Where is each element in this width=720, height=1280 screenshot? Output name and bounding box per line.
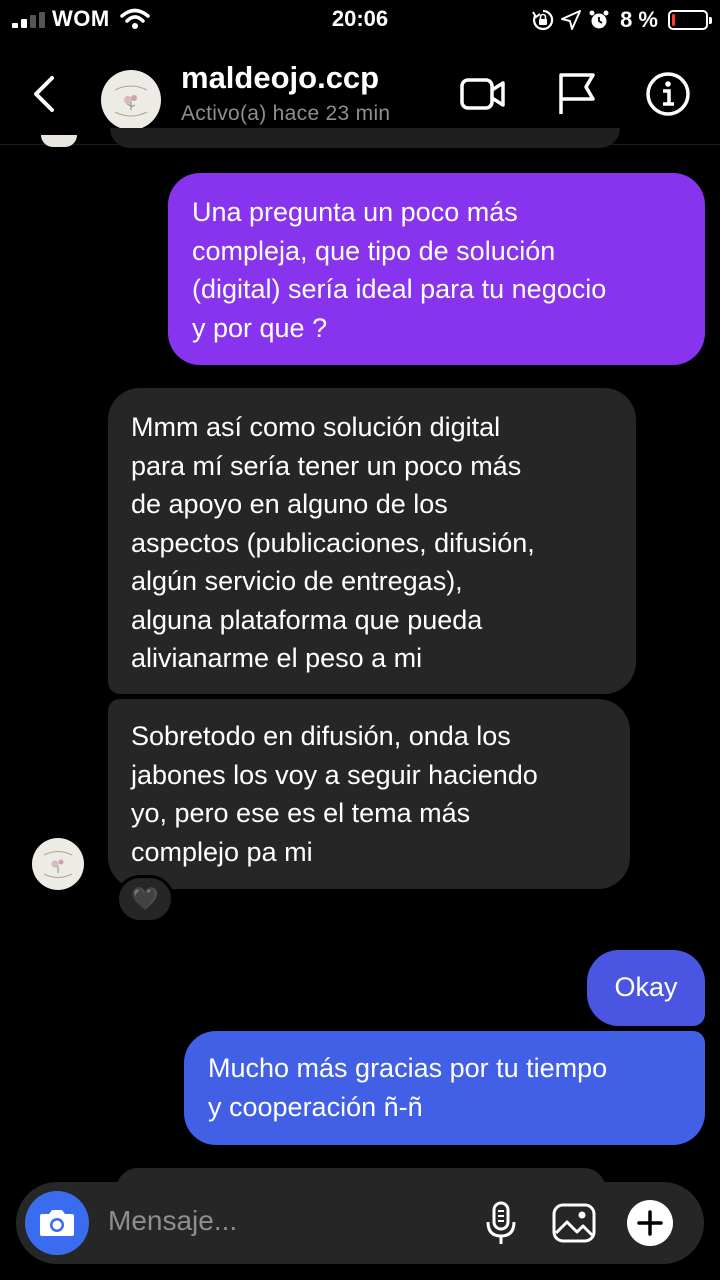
avatar[interactable] (101, 70, 161, 130)
gallery-icon[interactable] (550, 1199, 598, 1247)
video-call-icon[interactable] (459, 70, 507, 118)
avatar (41, 135, 77, 147)
black-heart-icon: 🖤 (131, 886, 159, 911)
battery-percent: 8 % (620, 7, 658, 32)
message-composer: Mensaje... (16, 1182, 704, 1264)
info-icon[interactable] (644, 70, 692, 118)
location-icon (561, 10, 582, 30)
flag-icon[interactable] (553, 70, 601, 118)
battery-icon (668, 10, 712, 30)
username[interactable]: maldeojo.ccp (181, 60, 379, 96)
activity-status: Activo(a) hace 23 min (181, 102, 391, 125)
status-bar: WOM 20:06 8 % (0, 0, 720, 44)
battery-level (672, 14, 675, 26)
message-bubble-partial (110, 128, 620, 148)
camera-icon (40, 1210, 74, 1236)
message-input[interactable]: Mensaje... (108, 1205, 237, 1237)
message-bubble-outgoing[interactable]: Una pregunta un poco más compleja, que t… (168, 173, 705, 365)
heart-reaction[interactable]: 🖤 (116, 875, 174, 923)
plus-icon[interactable] (626, 1199, 674, 1247)
message-bubble-incoming[interactable]: Mmm así como solución digital para mí se… (108, 388, 636, 694)
back-chevron-icon[interactable] (30, 74, 60, 114)
message-bubble-outgoing[interactable]: Okay (587, 950, 705, 1026)
lock-rotation-icon (532, 9, 554, 31)
alarm-icon (589, 10, 609, 29)
message-bubble-incoming[interactable]: Sobretodo en difusión, onda los jabones … (108, 699, 630, 889)
camera-button[interactable] (25, 1191, 89, 1255)
avatar[interactable] (32, 838, 84, 890)
microphone-icon[interactable] (477, 1199, 525, 1247)
message-bubble-outgoing[interactable]: Mucho más gracias por tu tiempo y cooper… (184, 1031, 705, 1145)
